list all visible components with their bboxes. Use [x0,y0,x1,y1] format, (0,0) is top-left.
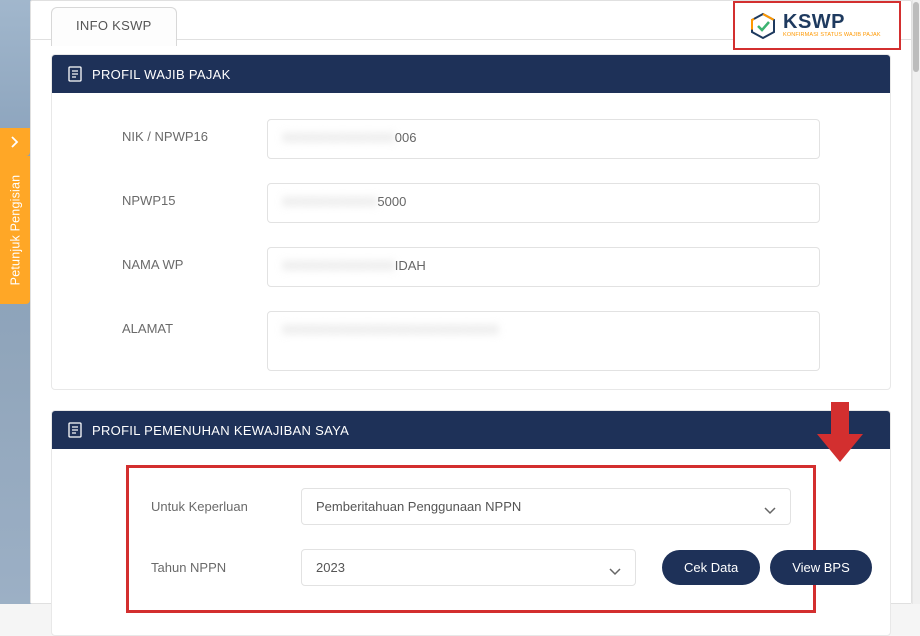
tab-label: INFO KSWP [76,18,152,33]
logo: KSWP KONFIRMASI STATUS WAJIB PAJAK [733,1,901,50]
document-icon [68,422,82,438]
cek-data-button[interactable]: Cek Data [662,550,760,585]
view-bps-button[interactable]: View BPS [770,550,872,585]
keperluan-select[interactable]: Pemberitahuan Penggunaan NPPN [301,488,791,525]
logo-subtitle: KONFIRMASI STATUS WAJIB PAJAK [783,33,881,39]
scrollbar-thumb[interactable] [913,2,919,72]
document-icon [68,66,82,82]
logo-title: KSWP [783,12,881,32]
panel-header-profile: PROFIL WAJIB PAJAK [52,55,890,93]
arrow-down-icon [817,402,863,462]
chevron-down-icon [609,564,621,572]
shield-check-icon [749,12,777,40]
chevron-right-icon [0,128,30,156]
panel-profil-wajib-pajak: PROFIL WAJIB PAJAK NIK / NPWP16 XXXXXXXX… [51,54,891,390]
label-nik-npwp16: NIK / NPWP16 [122,119,267,144]
highlighted-form-area: Untuk Keperluan Pemberitahuan Penggunaan… [126,465,816,613]
label-nama-wp: NAMA WP [122,247,267,272]
tab-info-kswp[interactable]: INFO KSWP [51,7,177,46]
tahun-nppn-select[interactable]: 2023 [301,549,636,586]
panel-pemenuhan-kewajiban: PROFIL PEMENUHAN KEWAJIBAN SAYA Untuk Ke… [51,410,891,636]
panel-title-profile: PROFIL WAJIB PAJAK [92,67,231,82]
panel-header-obligation: PROFIL PEMENUHAN KEWAJIBAN SAYA [52,411,890,449]
label-tahun-nppn: Tahun NPPN [151,560,291,575]
side-hint-label: Petunjuk Pengisian [8,175,22,286]
nama-wp-field: XXXXXXXXXXXXXIDAH [267,247,820,287]
chevron-down-icon [764,503,776,511]
panel-title-obligation: PROFIL PEMENUHAN KEWAJIBAN SAYA [92,423,349,438]
side-hint-tab[interactable]: Petunjuk Pengisian [0,128,30,304]
alamat-field: XXXXXXXXXXXXXXXXXXXXXXXXX [267,311,820,371]
label-alamat: ALAMAT [122,311,267,336]
label-keperluan: Untuk Keperluan [151,499,291,514]
npwp15-field: XXXXXXXXXXX5000 [267,183,820,223]
label-npwp15: NPWP15 [122,183,267,208]
scrollbar[interactable] [912,0,920,604]
nik-npwp16-field: XXXXXXXXXXXXX006 [267,119,820,159]
